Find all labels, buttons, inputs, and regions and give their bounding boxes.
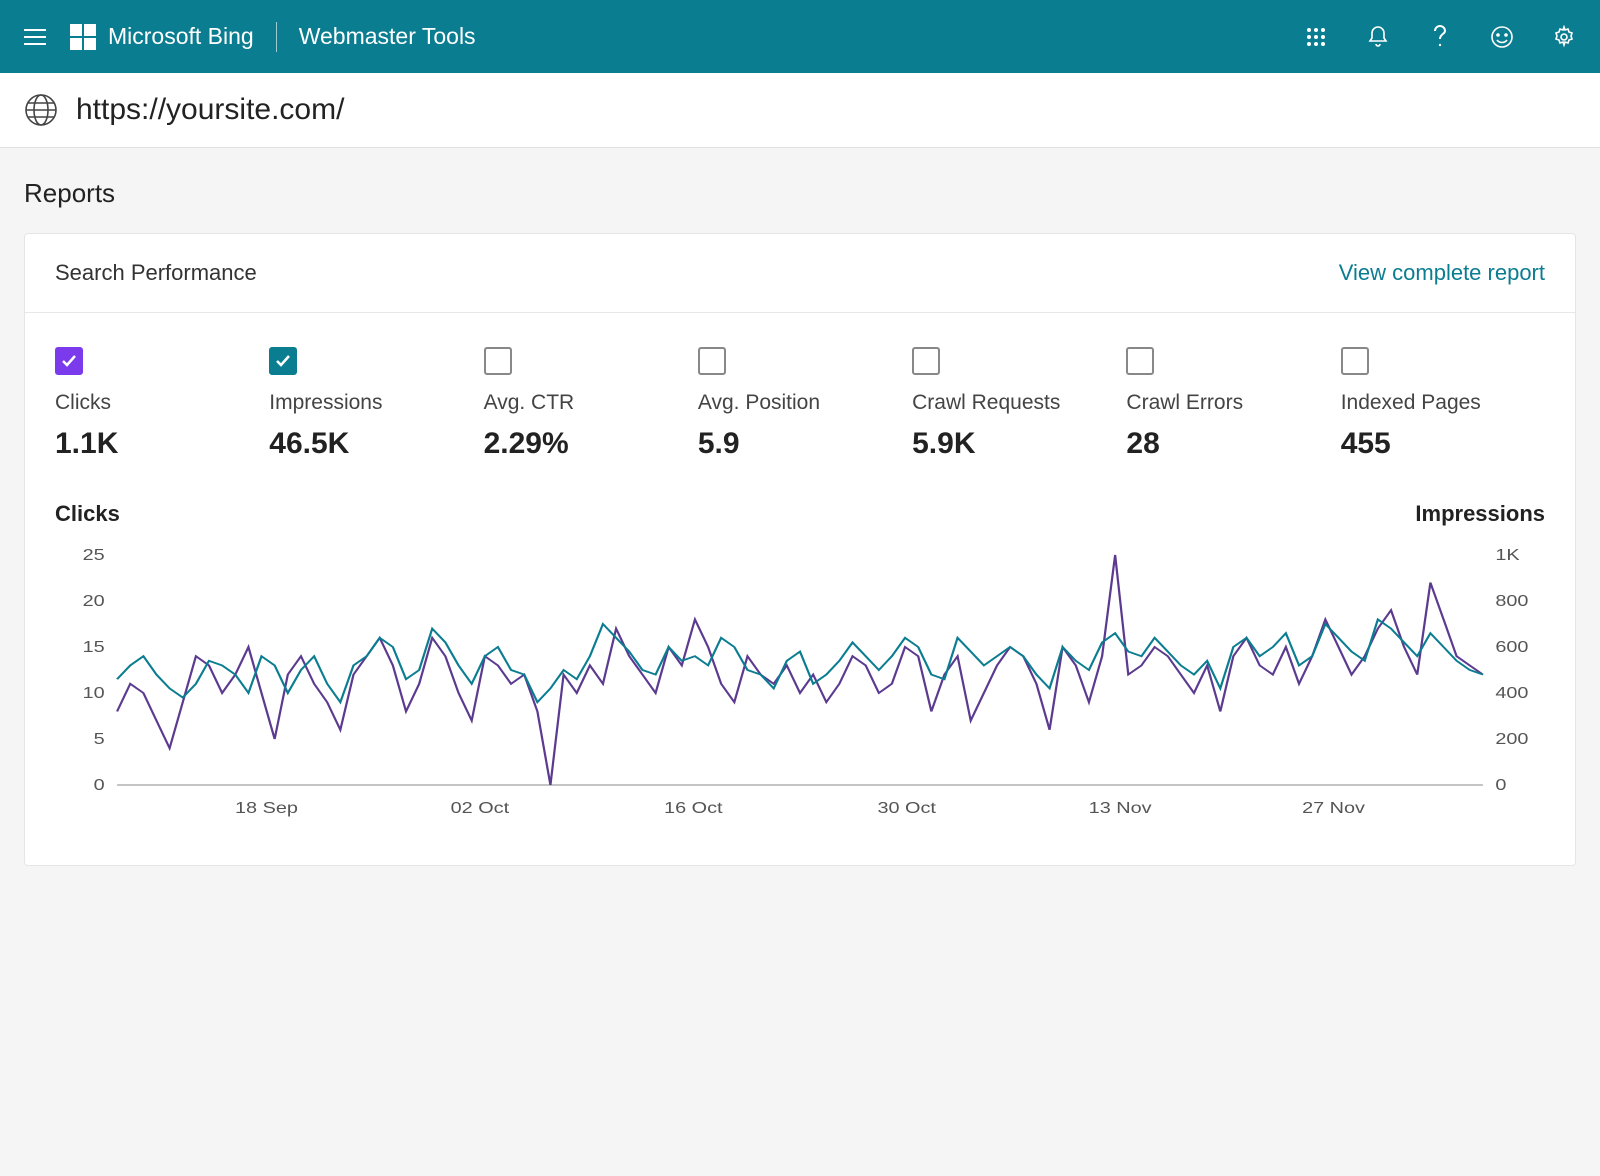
svg-text:5: 5 — [94, 730, 105, 748]
chart-left-axis-title: Clicks — [55, 501, 120, 527]
svg-text:25: 25 — [83, 546, 105, 564]
apps-grid-icon[interactable] — [1304, 25, 1328, 49]
globe-icon — [24, 93, 58, 127]
metric-checkbox-clicks[interactable] — [55, 347, 83, 375]
view-complete-report-link[interactable]: View complete report — [1339, 260, 1545, 286]
svg-text:13 Nov: 13 Nov — [1089, 799, 1152, 817]
svg-text:1K: 1K — [1495, 546, 1519, 564]
svg-text:200: 200 — [1495, 730, 1528, 748]
svg-text:18 Sep: 18 Sep — [235, 799, 298, 817]
metric-value: 28 — [1126, 427, 1330, 461]
metric-checkbox-crawl-errors[interactable] — [1126, 347, 1154, 375]
svg-text:800: 800 — [1495, 592, 1528, 610]
top-nav-bar: Microsoft Bing Webmaster Tools — [0, 0, 1600, 73]
site-url[interactable]: https://yoursite.com/ — [76, 93, 344, 127]
microsoft-logo-icon — [70, 24, 96, 50]
metrics-row: Clicks1.1KImpressions46.5KAvg. CTR2.29%A… — [25, 313, 1575, 491]
metric-checkbox-impressions[interactable] — [269, 347, 297, 375]
metric-label: Clicks — [55, 391, 259, 415]
search-performance-card: Search Performance View complete report … — [24, 233, 1576, 866]
metric-label: Impressions — [269, 391, 473, 415]
metric-label: Indexed Pages — [1341, 391, 1545, 415]
tool-name: Webmaster Tools — [299, 23, 476, 50]
svg-text:20: 20 — [83, 592, 105, 610]
svg-text:0: 0 — [94, 776, 105, 794]
settings-gear-icon[interactable] — [1552, 25, 1576, 49]
metric-crawl-errors: Crawl Errors 28 — [1126, 347, 1330, 461]
metric-impressions: Impressions 46.5K — [269, 347, 473, 461]
reports-heading: Reports — [24, 178, 1576, 209]
metric-value: 455 — [1341, 427, 1545, 461]
chart-right-axis-title: Impressions — [1415, 501, 1545, 527]
metric-checkbox-crawl-requests[interactable] — [912, 347, 940, 375]
svg-text:10: 10 — [83, 684, 105, 702]
metric-avg-ctr: Avg. CTR 2.29% — [484, 347, 688, 461]
svg-text:27 Nov: 27 Nov — [1302, 799, 1365, 817]
notifications-icon[interactable] — [1366, 25, 1390, 49]
metric-crawl-requests: Crawl Requests 5.9K — [912, 347, 1116, 461]
svg-text:400: 400 — [1495, 684, 1528, 702]
metric-value: 46.5K — [269, 427, 473, 461]
metric-value: 5.9 — [698, 427, 902, 461]
metric-value: 5.9K — [912, 427, 1116, 461]
performance-chart: 0 5 10 15 20 25 0 200 400 600 800 1K 18 Sep 02 Oct 16 … — [55, 545, 1545, 825]
svg-text:15: 15 — [83, 638, 105, 656]
metric-label: Crawl Requests — [912, 391, 1116, 415]
metric-value: 1.1K — [55, 427, 259, 461]
site-bar: https://yoursite.com/ — [0, 73, 1600, 148]
card-title: Search Performance — [55, 260, 257, 286]
menu-icon[interactable] — [24, 29, 46, 45]
svg-text:600: 600 — [1495, 638, 1528, 656]
metric-value: 2.29% — [484, 427, 688, 461]
brand-name: Microsoft Bing — [108, 23, 254, 50]
metric-label: Avg. Position — [698, 391, 902, 415]
metric-checkbox-avg-position[interactable] — [698, 347, 726, 375]
metric-avg-position: Avg. Position 5.9 — [698, 347, 902, 461]
svg-text:30 Oct: 30 Oct — [877, 799, 935, 817]
metric-label: Crawl Errors — [1126, 391, 1330, 415]
metric-label: Avg. CTR — [484, 391, 688, 415]
svg-text:0: 0 — [1495, 776, 1506, 794]
svg-text:16 Oct: 16 Oct — [664, 799, 722, 817]
svg-text:02 Oct: 02 Oct — [451, 799, 509, 817]
feedback-smile-icon[interactable] — [1490, 25, 1514, 49]
metric-indexed-pages: Indexed Pages 455 — [1341, 347, 1545, 461]
metric-checkbox-indexed-pages[interactable] — [1341, 347, 1369, 375]
metric-checkbox-avg-ctr[interactable] — [484, 347, 512, 375]
metric-clicks: Clicks 1.1K — [55, 347, 259, 461]
brand-divider — [276, 22, 277, 52]
help-icon[interactable] — [1428, 25, 1452, 49]
